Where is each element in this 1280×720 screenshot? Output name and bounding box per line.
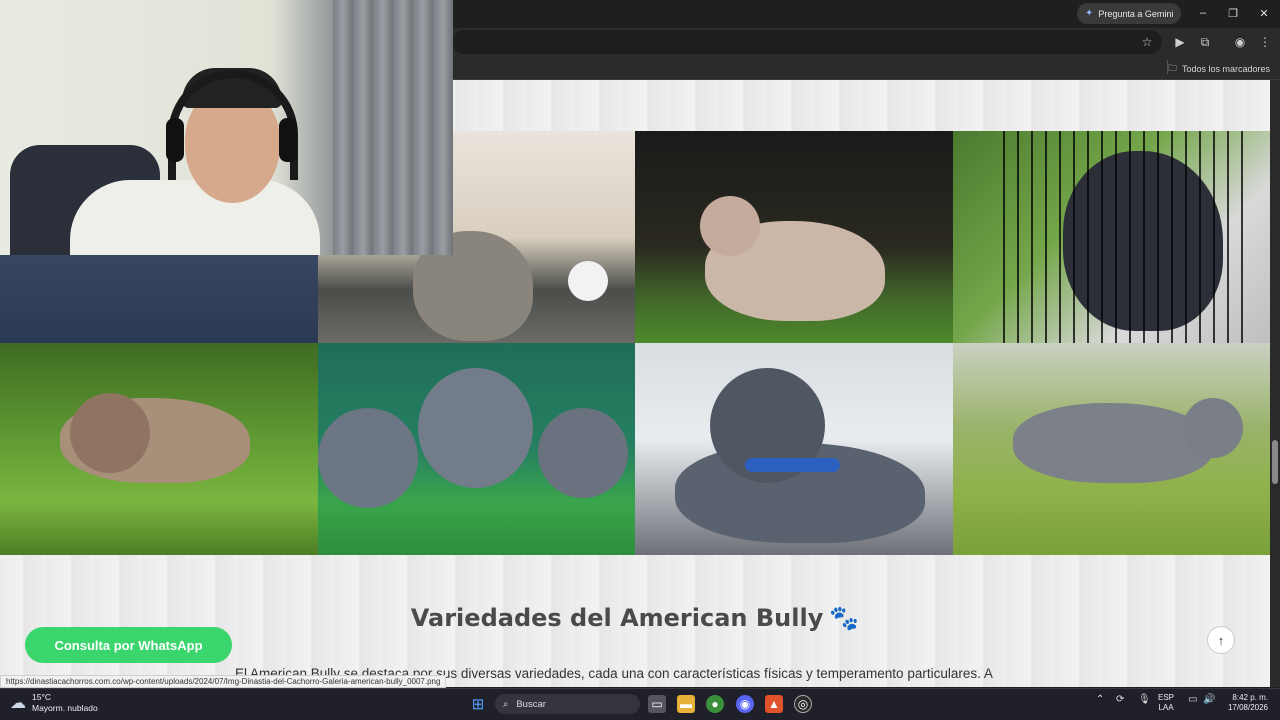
file-explorer-icon[interactable]: ▬ [677, 695, 695, 713]
menu-dots-icon[interactable]: ⋮ [1256, 33, 1274, 51]
search-icon: ⌕ [503, 698, 509, 710]
scrollbar-track[interactable] [1270, 80, 1280, 687]
language-indicator[interactable]: ESP LAA [1158, 693, 1174, 713]
webcam-overlay [0, 0, 453, 255]
windows-taskbar [0, 688, 1280, 720]
cloud-icon: ☁ [10, 694, 26, 712]
gallery-image-3[interactable] [635, 131, 953, 343]
address-bar[interactable] [452, 30, 1162, 54]
puppy-head [537, 408, 628, 498]
profile-avatar-icon[interactable]: ◉ [1231, 33, 1249, 51]
headphone-ear-right [279, 118, 297, 162]
gemini-button[interactable]: ✦ Pregunta a Gemini [1077, 3, 1182, 24]
restore-icon[interactable]: ❐ [1218, 4, 1248, 22]
dog-head [700, 196, 760, 256]
gallery-image-6[interactable] [317, 343, 635, 555]
person-shirt [70, 180, 320, 255]
puppy-head [317, 408, 418, 508]
microphone-icon[interactable]: 🎙 [1138, 694, 1151, 705]
tray-chevron-icon[interactable]: ⌃ [1096, 694, 1104, 705]
tray-sync-icon[interactable]: ⟳ [1116, 694, 1124, 705]
discord-icon[interactable]: ◉ [736, 695, 754, 713]
scrollbar-thumb[interactable] [1272, 440, 1278, 484]
dog-collar [745, 458, 840, 472]
minimize-icon[interactable]: – [1188, 4, 1218, 22]
gallery-image-5[interactable] [0, 343, 318, 555]
gallery-image-7[interactable] [635, 343, 953, 555]
curtain [333, 0, 453, 255]
clock-time: 8:42 p. m. [1232, 693, 1268, 702]
sparkle-icon: ✦ [1085, 8, 1094, 19]
section-title-text: Variedades del American Bully [410, 604, 824, 632]
headphone-ear-left [166, 118, 184, 162]
windows-start-icon[interactable]: ⊞ [469, 695, 487, 713]
volume-icon[interactable]: 🔊 [1203, 694, 1215, 705]
whatsapp-button[interactable]: Consulta por WhatsApp [25, 627, 232, 663]
dog-head [1182, 398, 1243, 458]
puppy-head [417, 368, 533, 488]
weather-temp: 15°C [32, 692, 51, 702]
gemini-label: Pregunta a Gemini [1098, 8, 1174, 19]
dog-head [70, 393, 150, 473]
arrow-up-icon[interactable]: ↑ [1207, 626, 1235, 654]
search-placeholder: Buscar [516, 698, 546, 710]
lang-bottom: LAA [1158, 703, 1174, 712]
taskbar-search[interactable]: ⌕ Buscar [495, 694, 640, 714]
monitor-icon[interactable]: ▭ [1188, 694, 1197, 705]
gallery-image-4[interactable] [952, 131, 1270, 343]
gallery-image-8[interactable] [952, 343, 1270, 555]
lang-top: ESP [1158, 693, 1175, 702]
extension-media-icon[interactable]: ▶ [1171, 33, 1189, 51]
close-icon[interactable]: ✕ [1249, 4, 1279, 22]
clock-date: 17/08/2026 [1227, 703, 1268, 712]
brave-icon[interactable]: ▲ [765, 695, 783, 713]
app-icon[interactable]: ◎ [794, 695, 812, 713]
weather-widget[interactable]: ☁ 15°C Mayorm. nublado [10, 692, 98, 714]
bookmark-star-icon[interactable]: ☆ [1138, 33, 1156, 51]
cage-bars [1002, 131, 1243, 343]
task-view-icon[interactable]: ▭ [648, 695, 666, 713]
plant-pot [567, 261, 608, 301]
extensions-icon[interactable]: ⧉ [1196, 33, 1214, 51]
dog-shape [1012, 403, 1213, 483]
folder-icon: 🗀 [1167, 63, 1177, 73]
paw-icon: 🐾 [829, 604, 860, 632]
all-bookmarks-button[interactable]: 🗀 Todos los marcadores [1168, 61, 1270, 77]
system-clock[interactable]: 8:42 p. m. 17/08/2026 [1222, 693, 1268, 713]
all-bookmarks-label: Todos los marcadores [1181, 64, 1270, 74]
weather-desc: Mayorm. nublado [32, 703, 98, 713]
status-url-tooltip: https://dinastiacachorros.com.co/wp-cont… [0, 675, 447, 688]
chrome-icon[interactable]: ● [706, 695, 724, 713]
